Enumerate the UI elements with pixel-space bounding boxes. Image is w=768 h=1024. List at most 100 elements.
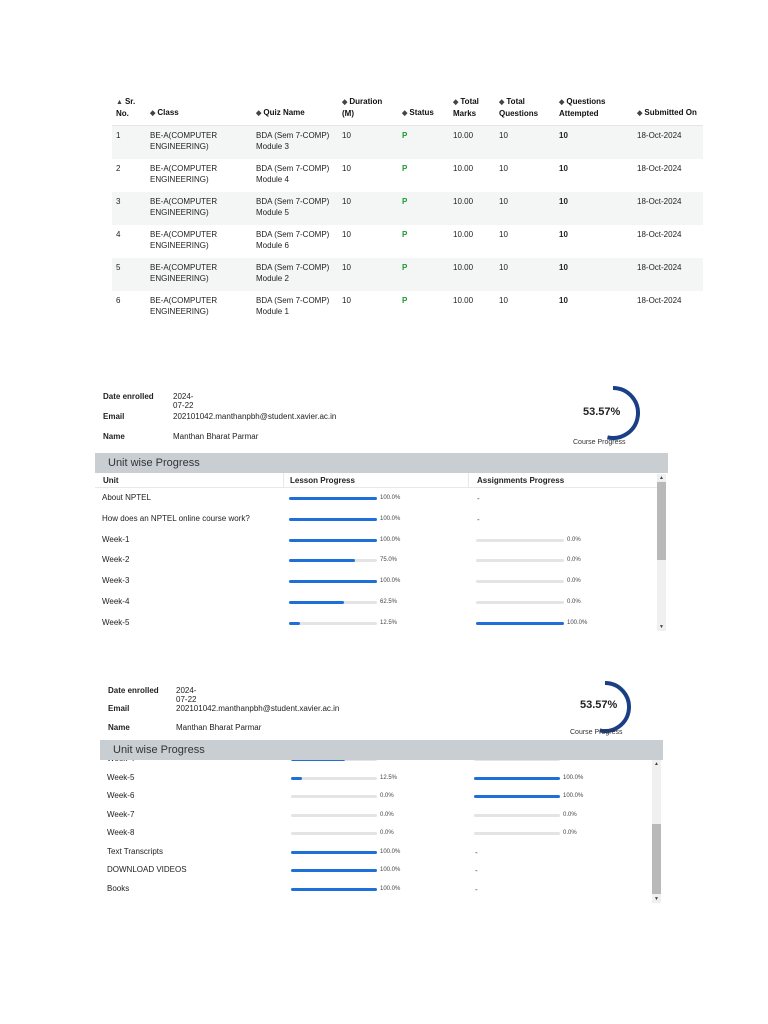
sort-icon: ◆ bbox=[256, 110, 262, 117]
assignment-progress-percent: 100.0% bbox=[563, 793, 584, 799]
unit-wise-progress-header: Unit wise Progress bbox=[100, 740, 663, 760]
assignment-progress-bar bbox=[474, 832, 560, 835]
scroll-down-arrow-icon[interactable]: ▼ bbox=[652, 896, 661, 902]
scrollbar[interactable]: ▲ ▼ bbox=[652, 760, 661, 903]
unit-row: Week-6 0.0% 100.0% bbox=[100, 787, 653, 807]
lesson-progress-bar bbox=[289, 517, 377, 521]
lesson-progress-percent: 12.5% bbox=[380, 774, 398, 781]
table-row: 4 BE-A(COMPUTER ENGINEERING) BDA (Sem 7-CO… bbox=[112, 224, 703, 258]
lesson-progress-bar bbox=[291, 887, 377, 891]
col-header-questions-attempted[interactable]: ◆ Questions Attempted bbox=[555, 92, 633, 126]
cell-quiz-name: BDA (Sem 7-COMP) Module 4 bbox=[256, 163, 330, 184]
col-header-sr-no[interactable]: ▲ Sr. No. bbox=[112, 92, 146, 126]
cell-submitted-on: 18-Oct-2024 bbox=[637, 131, 682, 140]
assignment-progress-bar bbox=[476, 621, 564, 625]
lesson-progress-bar-fill bbox=[289, 580, 377, 584]
sort-asc-icon: ▲ bbox=[116, 99, 123, 106]
cell-sr-no: 2 bbox=[116, 163, 121, 173]
cell-status: P bbox=[402, 196, 408, 206]
cell-sr-no: 5 bbox=[116, 262, 121, 272]
assignment-progress-percent: 0.0% bbox=[563, 830, 577, 836]
cell-sr-no: 3 bbox=[116, 196, 121, 206]
assignment-progress-bar bbox=[476, 559, 564, 563]
table-row: 5 BE-A(COMPUTER ENGINEERING) BDA (Sem 7-CO… bbox=[112, 257, 703, 291]
lesson-progress-percent: 100.0% bbox=[380, 495, 401, 501]
assignment-progress-percent: 0.0% bbox=[567, 557, 581, 564]
lesson-progress-percent: 0.0% bbox=[380, 811, 394, 818]
unit-rows: Week-4 62.5% 0.0% Week-5 12.5% 100.0% Week-6 0.… bbox=[100, 760, 653, 906]
sort-icon: ◆ bbox=[402, 110, 408, 117]
unit-name: Week-4 bbox=[107, 760, 134, 763]
sort-icon: ◆ bbox=[559, 99, 565, 106]
cell-duration: 10 bbox=[342, 196, 351, 206]
lesson-progress-bar bbox=[291, 795, 377, 798]
sort-icon: ◆ bbox=[342, 99, 348, 106]
name-label: Name bbox=[108, 723, 130, 732]
cell-total-marks: 10.00 bbox=[453, 196, 474, 206]
col-header-submitted-on[interactable]: ◆ Submitted On bbox=[633, 92, 703, 126]
cell-duration: 10 bbox=[342, 262, 351, 272]
col-header-duration[interactable]: ◆ Duration (M) bbox=[338, 92, 398, 126]
col-header-status[interactable]: ◆ Status bbox=[398, 92, 449, 126]
cell-class: BE-A(COMPUTER ENGINEERING) bbox=[150, 131, 218, 151]
cell-total-questions: 10 bbox=[499, 262, 508, 272]
assignment-progress-bar bbox=[474, 813, 560, 817]
cell-sr-no: 4 bbox=[116, 229, 121, 239]
unit-row: Week-5 12.5% 100.0% bbox=[95, 614, 658, 634]
name-label: Name bbox=[103, 432, 125, 441]
lesson-progress-bar bbox=[291, 813, 377, 817]
lesson-progress-percent: 0.0% bbox=[380, 793, 394, 799]
email-value: 202101042.manthanpbh@student.xavier.ac.i… bbox=[176, 704, 340, 713]
unit-row: Week-1 100.0% 0.0% bbox=[95, 531, 658, 551]
cell-quiz-name: BDA (Sem 7-COMP) Module 6 bbox=[256, 229, 330, 250]
cell-questions-attempted: 10 bbox=[559, 262, 568, 272]
lesson-progress-bar bbox=[289, 497, 377, 500]
cell-class: BE-A(COMPUTER ENGINEERING) bbox=[150, 163, 218, 184]
col-unit: Unit bbox=[103, 476, 119, 485]
scroll-thumb[interactable] bbox=[652, 824, 661, 894]
lesson-progress-percent: 100.0% bbox=[380, 885, 401, 892]
cell-status: P bbox=[402, 163, 408, 173]
assignment-progress-percent: 0.0% bbox=[567, 536, 581, 543]
col-header-total-marks[interactable]: ◆ Total Marks bbox=[449, 92, 495, 126]
lesson-progress-bar-fill bbox=[291, 760, 345, 761]
cell-class: BE-A(COMPUTER ENGINEERING) bbox=[150, 262, 218, 283]
sort-icon: ◆ bbox=[150, 110, 156, 117]
lesson-progress-percent: 100.0% bbox=[380, 578, 401, 585]
cell-total-questions: 10 bbox=[499, 229, 508, 239]
cell-submitted-on: 18-Oct-2024 bbox=[637, 229, 682, 239]
lesson-progress-bar bbox=[289, 538, 377, 542]
col-header-total-questions[interactable]: ◆ Total Questions bbox=[495, 92, 555, 126]
lesson-progress-bar bbox=[291, 832, 377, 835]
table-header-row: ▲ Sr. No. ◆ Class ◆ Quiz Name ◆ Duration (M)… bbox=[112, 92, 703, 126]
col-assignments-progress: Assignments Progress bbox=[477, 476, 565, 485]
scroll-down-arrow-icon[interactable]: ▼ bbox=[657, 624, 666, 630]
cell-status: P bbox=[402, 262, 408, 272]
assignment-progress-bar-fill bbox=[476, 621, 564, 625]
col-header-quiz-name[interactable]: ◆ Quiz Name bbox=[252, 92, 338, 126]
assignment-progress-bar bbox=[476, 538, 564, 542]
cell-quiz-name: BDA (Sem 7-COMP) Module 1 bbox=[256, 295, 330, 316]
scroll-up-arrow-icon[interactable]: ▲ bbox=[652, 761, 661, 767]
cell-submitted-on: 18-Oct-2024 bbox=[637, 196, 682, 206]
cell-total-questions: 10 bbox=[499, 196, 508, 206]
lesson-progress-bar bbox=[291, 850, 377, 854]
assignment-progress-bar bbox=[474, 776, 560, 780]
unit-row: About NPTEL 100.0% - bbox=[95, 489, 658, 509]
unit-name: Week-3 bbox=[102, 576, 130, 586]
email-label: Email bbox=[103, 412, 125, 421]
date-enrolled-value: 2024-07-22 bbox=[173, 392, 194, 410]
col-header-class[interactable]: ◆ Class bbox=[146, 92, 252, 126]
lesson-progress-bar-fill bbox=[291, 776, 302, 780]
cell-status: P bbox=[402, 229, 408, 239]
unit-row: DOWNLOAD VIDEOS 100.0% - bbox=[100, 861, 653, 881]
lesson-progress-bar-fill bbox=[291, 869, 377, 872]
scrollbar[interactable]: ▲ ▼ bbox=[657, 474, 666, 631]
scroll-thumb[interactable] bbox=[657, 482, 666, 560]
cell-questions-attempted: 10 bbox=[559, 196, 568, 206]
assignment-progress-percent: 0.0% bbox=[563, 811, 577, 818]
assignment-progress-percent: 0.0% bbox=[563, 760, 577, 762]
lesson-progress-bar bbox=[289, 601, 377, 604]
cell-questions-attempted: 10 bbox=[559, 229, 568, 239]
scroll-up-arrow-icon[interactable]: ▲ bbox=[657, 475, 666, 481]
